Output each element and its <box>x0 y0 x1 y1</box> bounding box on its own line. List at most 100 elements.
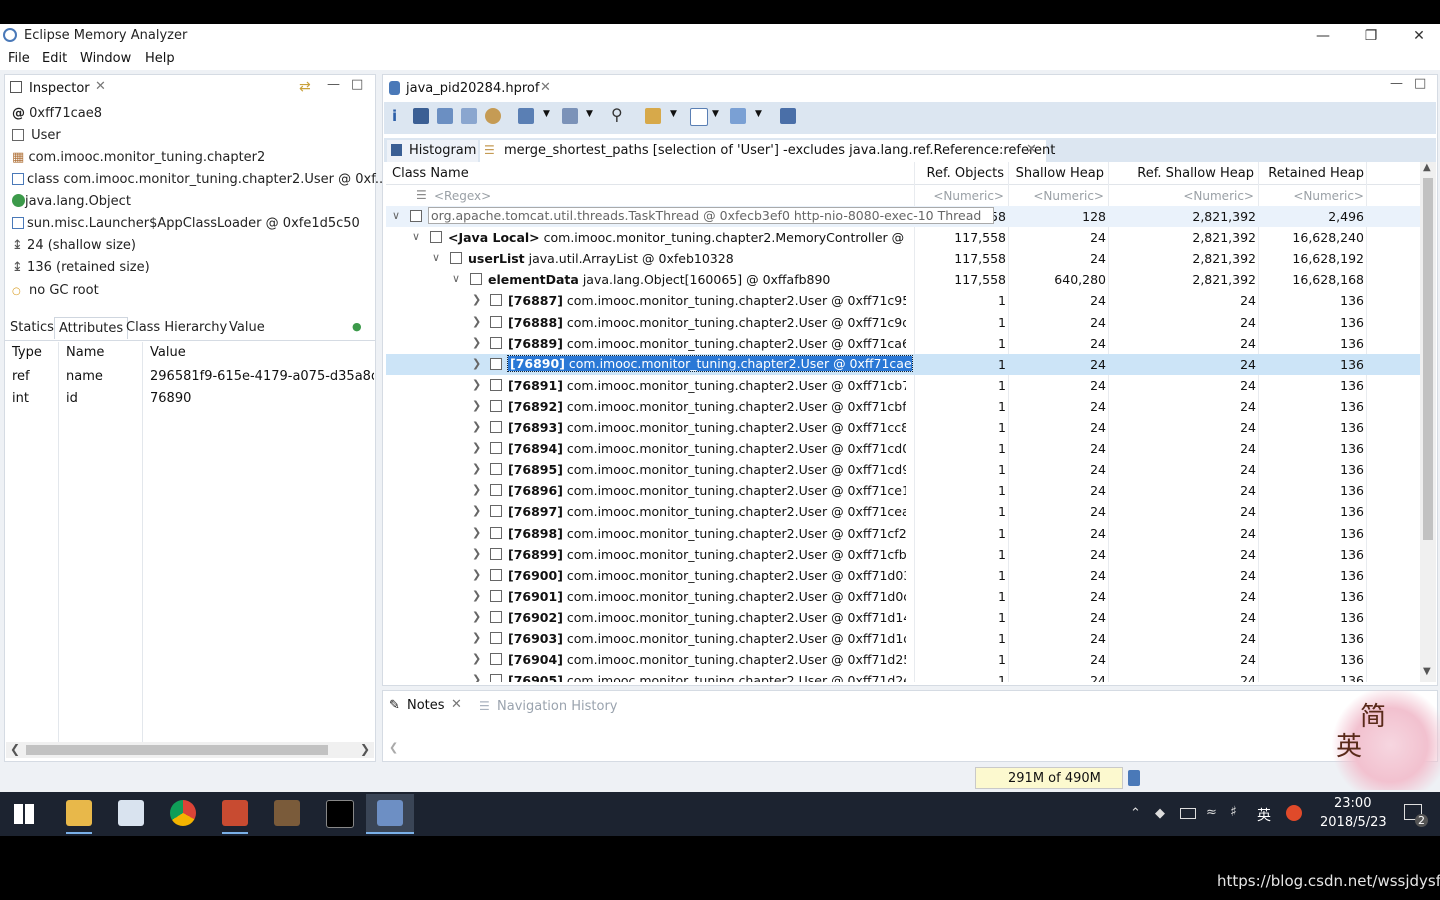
close-icon[interactable]: ✕ <box>451 697 462 712</box>
memory-analyzer-icon[interactable] <box>377 800 403 826</box>
tab-merge-shortest-paths[interactable]: ☰ merge_shortest_paths [selection of 'Us… <box>480 140 1055 162</box>
scroll-up-icon[interactable]: ▲ <box>1423 162 1431 173</box>
editor-tab[interactable]: java_pid20284.hprof ✕ <box>384 76 560 100</box>
table-row[interactable]: ❯ [76887] com.imooc.monitor_tuning.chapte… <box>386 290 1420 311</box>
chevron-down-icon[interactable]: ▼ <box>586 109 593 119</box>
clock-time[interactable]: 23:00 <box>1334 796 1371 811</box>
run-report-icon[interactable] <box>518 108 534 124</box>
oql-icon[interactable] <box>461 108 477 124</box>
security-icon[interactable]: ◆ <box>1155 806 1165 821</box>
table-row[interactable]: ❯ [76891] com.imooc.monitor_tuning.chapte… <box>386 375 1420 396</box>
attr-col-type[interactable]: Type <box>12 345 42 360</box>
regex-filter[interactable]: <Regex> <box>434 189 491 203</box>
attr-col-value[interactable]: Value <box>150 345 186 360</box>
wifi-icon[interactable]: ≈ <box>1206 805 1217 820</box>
heap-status[interactable]: 291M of 490M <box>975 767 1123 789</box>
battery-icon[interactable] <box>1180 808 1196 819</box>
table-row[interactable]: ❯ [76889] com.imooc.monitor_tuning.chapte… <box>386 333 1420 354</box>
chrome-icon[interactable] <box>170 800 196 826</box>
chevron-down-icon[interactable]: ∨ <box>412 230 420 243</box>
notes-tab[interactable]: ✎ Notes ✕ <box>385 695 469 717</box>
table-row[interactable]: ❯ [76902] com.imooc.monitor_tuning.chapte… <box>386 607 1420 628</box>
inspector-tab[interactable]: Inspector <box>29 81 90 96</box>
col-ref-objects[interactable]: Ref. Objects <box>916 166 1004 181</box>
terminal-icon[interactable] <box>326 800 354 828</box>
table-vscrollbar[interactable]: ▲ ▼ <box>1420 162 1436 682</box>
numeric-filter[interactable]: <Numeric> <box>1110 189 1254 203</box>
menu-file[interactable]: File <box>8 51 30 66</box>
table-row[interactable]: ∨ elementData java.lang.Object[160065] @ … <box>386 269 1420 290</box>
chevron-right-icon[interactable]: ❯ <box>472 631 481 644</box>
table-row[interactable]: ❯ [76894] com.imooc.monitor_tuning.chapte… <box>386 438 1420 459</box>
tab-attributes[interactable]: Attributes <box>54 317 129 339</box>
chevron-right-icon[interactable]: ❯ <box>472 526 481 539</box>
scroll-down-icon[interactable]: ▼ <box>1423 666 1431 677</box>
table-row[interactable]: ❯ [76897] com.imooc.monitor_tuning.chapte… <box>386 501 1420 522</box>
chevron-right-icon[interactable]: ❯ <box>472 652 481 665</box>
chevron-right-icon[interactable]: ❯ <box>472 610 481 623</box>
col-class-name[interactable]: Class Name <box>392 166 469 181</box>
group-icon[interactable] <box>645 108 661 124</box>
query-browser-icon[interactable] <box>562 108 578 124</box>
volume-icon[interactable]: ♯ <box>1230 804 1237 820</box>
numeric-filter[interactable]: <Numeric> <box>916 189 1004 203</box>
histogram-icon[interactable] <box>413 108 429 124</box>
chevron-right-icon[interactable]: ❯ <box>472 399 481 412</box>
table-row[interactable]: ❯ [76901] com.imooc.monitor_tuning.chapte… <box>386 586 1420 607</box>
table-row[interactable]: ❯ [76895] com.imooc.monitor_tuning.chapte… <box>386 459 1420 480</box>
thread-overview-icon[interactable] <box>485 108 501 124</box>
table-row[interactable]: ❯ [76896] com.imooc.monitor_tuning.chapte… <box>386 480 1420 501</box>
sogou-icon[interactable] <box>1286 805 1302 821</box>
chevron-right-icon[interactable]: ❯ <box>472 504 481 517</box>
restore-button[interactable]: ❐ <box>1356 26 1386 48</box>
tray-chevron-up-icon[interactable]: ⌃ <box>1130 806 1141 821</box>
chevron-down-icon[interactable]: ▼ <box>543 109 550 119</box>
dominator-tree-icon[interactable] <box>437 108 453 124</box>
table-row[interactable]: ❯ [76893] com.imooc.monitor_tuning.chapte… <box>386 417 1420 438</box>
col-shallow-heap[interactable]: Shallow Heap <box>1010 166 1104 181</box>
attr-col-name[interactable]: Name <box>66 345 104 360</box>
col-retained-heap[interactable]: Retained Heap <box>1260 166 1364 181</box>
menu-edit[interactable]: Edit <box>42 51 67 66</box>
tab-class-hierarchy[interactable]: Class Hierarchy <box>126 320 227 335</box>
scroll-left-icon[interactable]: ❮ <box>389 741 398 754</box>
columns-icon[interactable] <box>690 108 708 126</box>
chevron-right-icon[interactable]: ❯ <box>472 336 481 349</box>
chevron-down-icon[interactable]: ∨ <box>432 251 440 264</box>
table-row[interactable]: ∨ org.apache.tomcat.util.threads.TaskThre… <box>386 206 1420 227</box>
chevron-right-icon[interactable]: ❯ <box>472 568 481 581</box>
minimize-view-icon[interactable]: — <box>327 77 340 92</box>
windows-start-icon[interactable] <box>14 804 34 824</box>
menu-window[interactable]: Window <box>80 51 131 66</box>
close-icon[interactable]: ✕ <box>95 79 106 94</box>
ime-indicator[interactable]: 英 <box>1257 805 1271 825</box>
numeric-filter[interactable]: <Numeric> <box>1010 189 1104 203</box>
chevron-right-icon[interactable]: ❯ <box>472 378 481 391</box>
chevron-right-icon[interactable]: ❯ <box>472 441 481 454</box>
chevron-down-icon[interactable]: ∨ <box>452 272 460 285</box>
table-row[interactable]: ❯ [76888] com.imooc.monitor_tuning.chapte… <box>386 312 1420 333</box>
minimize-view-icon[interactable]: — <box>1390 76 1403 91</box>
table-row[interactable]: ❯ [76903] com.imooc.monitor_tuning.chapte… <box>386 628 1420 649</box>
app-icon[interactable] <box>274 800 300 826</box>
chevron-right-icon[interactable]: ❯ <box>472 315 481 328</box>
tab-value[interactable]: Value <box>229 320 265 335</box>
pin-icon[interactable]: ● <box>352 320 362 333</box>
search-icon[interactable]: ⚲ <box>611 105 623 124</box>
chevron-down-icon[interactable]: ∨ <box>392 209 400 222</box>
table-row[interactable]: ∨ <Java Local> com.imooc.monitor_tuning.c… <box>386 227 1420 248</box>
clock-date[interactable]: 2018/5/23 <box>1320 815 1387 830</box>
scroll-right-icon[interactable]: ❯ <box>360 742 370 756</box>
col-ref-shallow-heap[interactable]: Ref. Shallow Heap <box>1110 166 1254 181</box>
menu-help[interactable]: Help <box>145 51 175 66</box>
calc-retained-icon[interactable] <box>780 108 796 124</box>
chevron-down-icon[interactable]: ▼ <box>712 109 719 119</box>
table-row[interactable]: ❯ [76892] com.imooc.monitor_tuning.chapte… <box>386 396 1420 417</box>
tab-statics[interactable]: Statics <box>10 320 54 335</box>
chevron-down-icon[interactable]: ▼ <box>670 109 677 119</box>
file-explorer-icon[interactable] <box>66 800 92 826</box>
chevron-right-icon[interactable]: ❯ <box>472 462 481 475</box>
table-row[interactable]: ∨ userList java.util.ArrayList @ 0xfeb103… <box>386 248 1420 269</box>
scroll-thumb[interactable] <box>1423 178 1433 540</box>
chevron-right-icon[interactable]: ❯ <box>472 547 481 560</box>
